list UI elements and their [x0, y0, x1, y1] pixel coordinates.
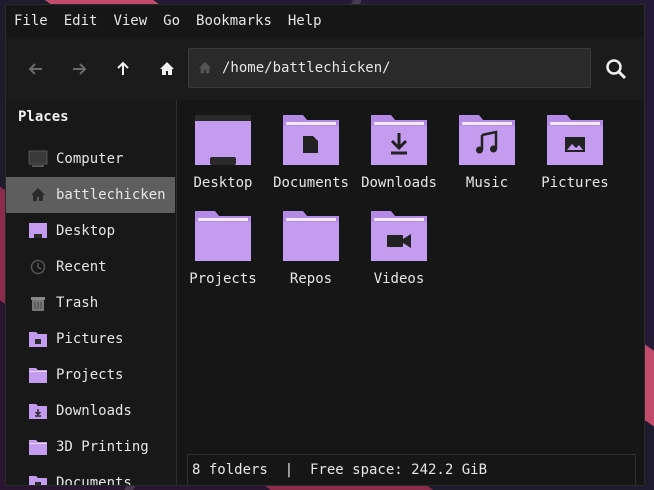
- file-name: Repos: [289, 271, 333, 287]
- file-item-repos[interactable]: Repos: [267, 209, 355, 301]
- menu-edit[interactable]: Edit: [56, 5, 106, 38]
- arrow-right-icon: [73, 63, 87, 75]
- file-item-projects[interactable]: Projects: [179, 209, 267, 301]
- folder-music-icon: [459, 115, 515, 165]
- sidebar-item-label: 3D Printing: [56, 439, 149, 455]
- sidebar-item-label: Desktop: [56, 223, 116, 239]
- file-name: Pictures: [541, 175, 609, 191]
- file-item-pictures[interactable]: Pictures: [531, 113, 619, 205]
- folder-icon: [283, 211, 339, 261]
- file-name: Projects: [189, 271, 257, 287]
- folder-documents-icon: [28, 473, 48, 485]
- folder-pictures-icon: [28, 329, 48, 349]
- folder-icon: [28, 365, 48, 385]
- file-item-documents[interactable]: Documents: [267, 113, 355, 205]
- home-icon: [28, 185, 48, 205]
- up-button[interactable]: [101, 38, 145, 100]
- desktop-icon: [28, 221, 48, 241]
- file-item-desktop[interactable]: Desktop: [179, 113, 267, 205]
- sidebar-item-label: Trash: [56, 295, 99, 311]
- file-item-videos[interactable]: Videos: [355, 209, 443, 301]
- places-sidebar: Places Computer battlechicken Desktop Re…: [6, 100, 177, 485]
- computer-icon: [28, 149, 48, 169]
- file-item-downloads[interactable]: Downloads: [355, 113, 443, 205]
- folder-documents-icon: [283, 115, 339, 165]
- search-button[interactable]: [596, 38, 636, 100]
- folder-desktop-icon: [195, 115, 251, 165]
- sidebar-item-label: Recent: [56, 259, 107, 275]
- folder-pictures-icon: [547, 115, 603, 165]
- sidebar-item-desktop[interactable]: Desktop: [6, 213, 175, 249]
- menu-go[interactable]: Go: [155, 5, 188, 38]
- file-name: Downloads: [361, 175, 437, 191]
- file-item-music[interactable]: Music: [443, 113, 531, 205]
- file-name: Music: [465, 175, 509, 191]
- home-button[interactable]: [145, 38, 189, 100]
- status-bar: 8 folders | Free space: 242.2 GiB: [187, 454, 636, 485]
- sidebar-item-label: Downloads: [56, 403, 132, 419]
- file-name: Documents: [273, 175, 349, 191]
- file-manager-window: File Edit View Go Bookmarks Help /home/b…: [5, 4, 645, 486]
- location-path[interactable]: /home/battlechicken/: [222, 60, 391, 76]
- forward-button[interactable]: [57, 38, 101, 100]
- sidebar-item-label: Documents: [56, 475, 132, 486]
- folder-videos-icon: [371, 211, 427, 261]
- menu-help[interactable]: Help: [280, 5, 330, 38]
- file-name: Videos: [373, 271, 425, 287]
- trash-icon: [28, 293, 48, 313]
- home-icon: [160, 62, 174, 75]
- sidebar-item-projects[interactable]: Projects: [6, 357, 175, 393]
- folder-icon: [28, 437, 48, 457]
- sidebar-item-computer[interactable]: Computer: [6, 141, 175, 177]
- sidebar-item-documents[interactable]: Documents: [6, 465, 175, 486]
- sidebar-item-label: battlechicken: [56, 187, 166, 203]
- toolbar: /home/battlechicken/: [6, 38, 644, 100]
- folder-downloads-icon: [28, 401, 48, 421]
- sidebar-item-downloads[interactable]: Downloads: [6, 393, 175, 429]
- folder-icon: [195, 211, 251, 261]
- arrow-up-icon: [117, 61, 129, 75]
- menubar: File Edit View Go Bookmarks Help: [6, 5, 644, 38]
- sidebar-item-recent[interactable]: Recent: [6, 249, 175, 285]
- folder-downloads-icon: [371, 115, 427, 165]
- sidebar-item-label: Computer: [56, 151, 124, 167]
- back-button[interactable]: [14, 38, 58, 100]
- location-bar[interactable]: /home/battlechicken/: [188, 48, 591, 88]
- clock-icon: [28, 257, 48, 277]
- sidebar-item-3d-printing[interactable]: 3D Printing: [6, 429, 175, 465]
- file-name: Desktop: [193, 175, 253, 191]
- menu-file[interactable]: File: [6, 5, 56, 38]
- sidebar-item-label: Projects: [56, 367, 124, 383]
- arrow-left-icon: [28, 63, 42, 75]
- search-icon: [606, 59, 627, 80]
- file-view: Desktop Documents Downloads Music Pictur…: [177, 100, 644, 485]
- menu-view[interactable]: View: [105, 5, 155, 38]
- sidebar-item-pictures[interactable]: Pictures: [6, 321, 175, 357]
- home-icon: [198, 61, 212, 74]
- sidebar-item-trash[interactable]: Trash: [6, 285, 175, 321]
- sidebar-item-label: Pictures: [56, 331, 124, 347]
- status-text: 8 folders | Free space: 242.2 GiB: [192, 462, 488, 478]
- sidebar-item-battlechicken[interactable]: battlechicken: [6, 177, 175, 213]
- menu-bookmarks[interactable]: Bookmarks: [188, 5, 280, 38]
- sidebar-title: Places: [18, 109, 69, 125]
